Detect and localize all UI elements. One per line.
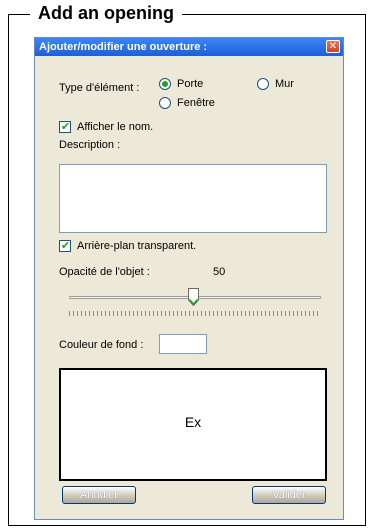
validate-button[interactable]: Valider: [252, 486, 326, 504]
dialog-window: Ajouter/modifier une ouverture : ✕ Type …: [34, 37, 344, 520]
close-icon: ✕: [328, 41, 338, 52]
title-bar[interactable]: Ajouter/modifier une ouverture : ✕: [35, 38, 343, 56]
transparent-bg-label[interactable]: Arrière-plan transparent.: [77, 239, 196, 253]
type-label: Type d'élément :: [59, 82, 140, 94]
opacity-label: Opacité de l'objet :: [59, 266, 150, 278]
show-name-label[interactable]: Afficher le nom.: [77, 120, 153, 134]
radio-fenetre-label[interactable]: Fenêtre: [177, 96, 215, 110]
preview-box: Ex: [59, 368, 327, 481]
close-button[interactable]: ✕: [326, 40, 340, 53]
radio-fenetre[interactable]: [159, 97, 171, 109]
opacity-slider-thumb[interactable]: [188, 288, 199, 306]
background-color-swatch[interactable]: [159, 334, 207, 354]
radio-porte[interactable]: [159, 78, 171, 90]
radio-porte-label[interactable]: Porte: [177, 77, 203, 91]
opacity-value: 50: [213, 266, 226, 278]
description-label: Description :: [59, 139, 121, 151]
description-field[interactable]: [59, 164, 327, 233]
background-color-label: Couleur de fond :: [59, 339, 144, 351]
radio-mur[interactable]: [257, 78, 269, 90]
slider-ticks: [69, 311, 321, 316]
show-name-checkbox[interactable]: ✔: [59, 120, 71, 133]
check-icon: ✔: [60, 120, 71, 133]
window-title: Ajouter/modifier une ouverture :: [39, 41, 208, 53]
radio-mur-label[interactable]: Mur: [275, 77, 294, 91]
cancel-button[interactable]: Annuler: [62, 486, 136, 504]
transparent-bg-checkbox[interactable]: ✔: [59, 239, 71, 252]
preview-text: Ex: [184, 414, 202, 430]
figure-title: Add an opening: [30, 0, 182, 26]
check-icon: ✔: [60, 239, 71, 252]
